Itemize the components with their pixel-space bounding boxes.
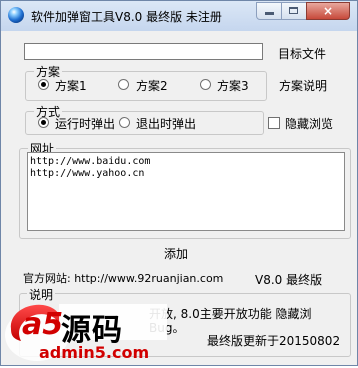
watermark-domain: admin5.com: [39, 343, 150, 362]
note-updated: 最终版更新于20150802: [207, 334, 341, 348]
version-text: V8.0 最终版: [255, 273, 323, 287]
app-window: 软件加弹窗工具V8.0 最终版 未注册 × 目标文件 方案 方案1 方案2 方案…: [0, 0, 358, 366]
scheme-2-radio[interactable]: [118, 79, 129, 90]
target-file-input[interactable]: [24, 43, 263, 60]
minimize-icon: [265, 12, 274, 15]
close-button[interactable]: ×: [306, 2, 350, 20]
watermark-badge: a5: [22, 307, 64, 342]
scheme-help-button[interactable]: 方案说明: [279, 77, 327, 94]
add-button[interactable]: 添加: [164, 245, 188, 262]
scheme-3-label[interactable]: 方案3: [217, 77, 249, 94]
hide-browse-checkbox[interactable]: [268, 117, 280, 129]
title-bar[interactable]: 软件加弹窗工具V8.0 最终版 未注册 ×: [1, 1, 357, 31]
maximize-button[interactable]: [281, 2, 307, 20]
scheme-3-radio[interactable]: [200, 79, 211, 90]
close-icon: ×: [322, 4, 334, 18]
maximize-icon: [289, 7, 298, 14]
url-line: http://www.baidu.com: [30, 156, 151, 167]
url-line: http://www.yahoo.cn: [30, 168, 145, 179]
hide-browse-label[interactable]: 隐藏浏览: [285, 115, 333, 132]
target-file-label[interactable]: 目标文件: [278, 45, 326, 62]
official-site-text: 官方网站: http://www.92ruanjian.com: [23, 272, 224, 285]
watermark-logo: a5 源码 admin5.com: [1, 289, 176, 365]
scheme-1-label[interactable]: 方案1: [55, 77, 87, 94]
scheme-1-radio[interactable]: [38, 79, 49, 90]
window-title: 软件加弹窗工具V8.0 最终版 未注册: [31, 10, 222, 24]
url-list-textarea[interactable]: http://www.baidu.com http://www.yahoo.cn: [27, 152, 345, 231]
mode-run-radio[interactable]: [38, 117, 49, 128]
mode-run-label[interactable]: 运行时弹出: [55, 115, 115, 132]
scheme-2-label[interactable]: 方案2: [136, 77, 168, 94]
mode-exit-label[interactable]: 退出时弹出: [136, 115, 196, 132]
app-icon: [8, 7, 24, 23]
minimize-button[interactable]: [256, 2, 282, 20]
mode-exit-radio[interactable]: [119, 117, 130, 128]
